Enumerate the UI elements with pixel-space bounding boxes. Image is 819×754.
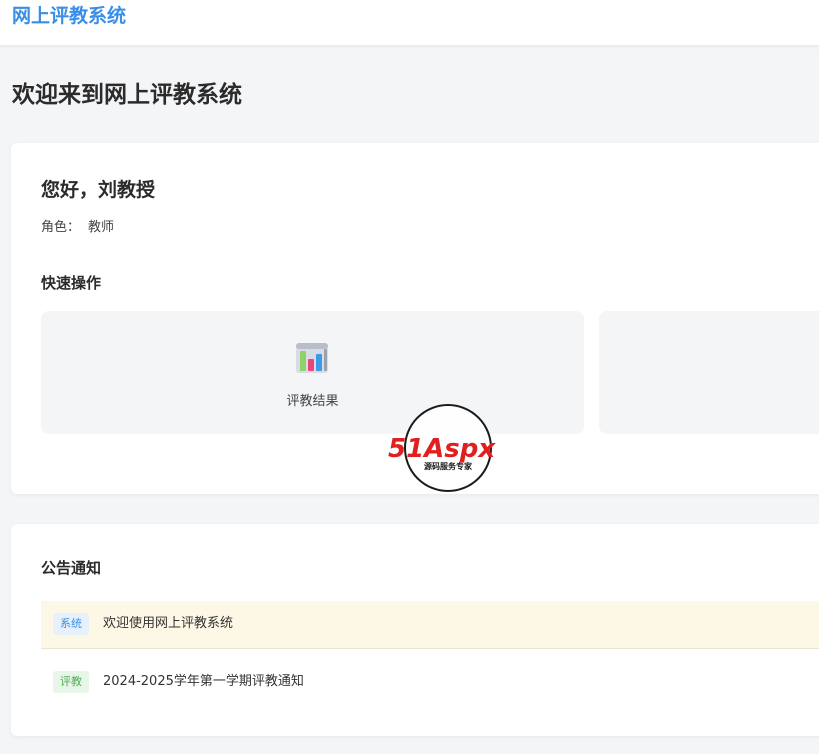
- watermark-subtext: 源码服务专家: [424, 461, 473, 471]
- top-header: 网上评教系统: [0, 0, 819, 45]
- app-brand[interactable]: 网上评教系统: [12, 3, 126, 29]
- user-greeting: 您好，刘教授: [41, 179, 156, 201]
- notice-text[interactable]: 欢迎使用网上评教系统: [103, 615, 233, 633]
- watermark-logo: 51Aspx 源码服务专家: [388, 404, 496, 492]
- notice-card: 公告通知 系统 欢迎使用网上评教系统 评教 2024-2025学年第一学期评教通…: [11, 524, 819, 736]
- notices-title: 公告通知: [41, 559, 102, 577]
- bar-chart-icon: [296, 343, 328, 373]
- notice-tag-eval: 评教: [53, 671, 89, 693]
- action-tile-2[interactable]: [599, 311, 819, 434]
- watermark-text: 51Aspx: [388, 434, 496, 464]
- notice-item[interactable]: 系统 欢迎使用网上评教系统: [41, 601, 819, 649]
- notice-text[interactable]: 2024-2025学年第一学期评教通知: [103, 673, 304, 691]
- notice-item[interactable]: 评教 2024-2025学年第一学期评教通知: [41, 659, 819, 707]
- user-role: 角色： 教师: [41, 219, 114, 237]
- role-value: 教师: [88, 220, 115, 235]
- quick-actions-title: 快速操作: [41, 274, 102, 292]
- role-label: 角色：: [41, 220, 81, 235]
- page-title: 欢迎来到网上评教系统: [12, 82, 242, 108]
- notice-tag-system: 系统: [53, 613, 89, 635]
